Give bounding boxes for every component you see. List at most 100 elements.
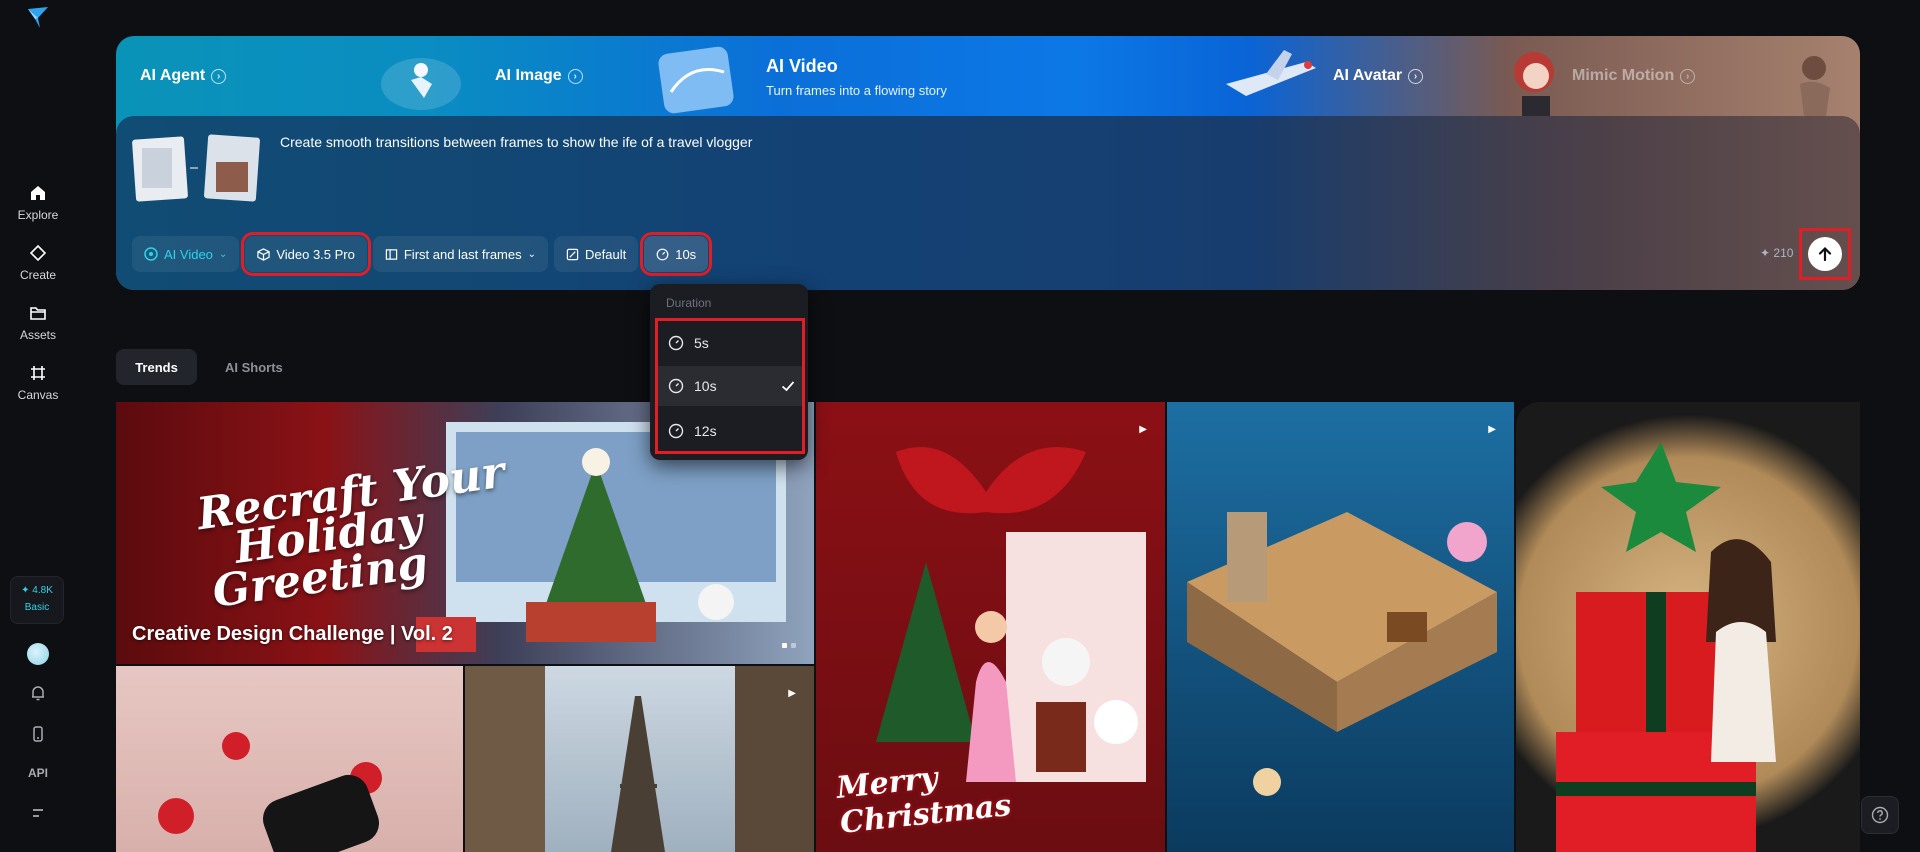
chevron-right-icon: › <box>1408 68 1424 84</box>
submit-highlight <box>1799 228 1851 280</box>
mode-label: AI Video <box>164 246 213 262</box>
aspect-ratio-icon <box>566 248 579 260</box>
paris-card[interactable]: ▶ <box>465 666 814 852</box>
play-icon: ▶ <box>1139 424 1147 435</box>
eiffel-tower-image <box>465 666 814 852</box>
strawberry-image <box>158 732 382 852</box>
duration-dropdown-title: Duration <box>666 296 712 310</box>
active-tab-subtitle: Turn frames into a flowing story <box>766 83 947 98</box>
tab-label: Mimic Motion <box>1572 67 1675 84</box>
woman-with-gifts-image <box>1556 442 1776 852</box>
frames-label: First and last frames <box>403 246 522 262</box>
duration-selector[interactable]: 10s <box>640 232 713 276</box>
tab-ai-image[interactable]: AI Image › <box>495 36 583 116</box>
duration-label: 10s <box>675 246 697 262</box>
avatar[interactable] <box>27 643 49 665</box>
creation-hero: AI Agent › AI Image › AI Video Turn frames… <box>116 36 1860 290</box>
tab-label: AI Avatar <box>1333 67 1403 84</box>
gift-card[interactable] <box>1516 402 1860 852</box>
chevron-right-icon: › <box>567 68 583 84</box>
mode-selector[interactable]: AI Video ⌄ <box>132 236 240 272</box>
feature-tabs: AI Agent › AI Image › AI Video Turn frames… <box>116 36 1860 116</box>
sidebar-item-explore[interactable]: Explore <box>0 184 76 222</box>
frames-selector[interactable]: First and last frames ⌄ <box>372 236 549 272</box>
duration-option-10s[interactable]: 10s <box>658 366 802 406</box>
checkmark-icon <box>781 381 795 392</box>
tab-ai-avatar[interactable]: AI Avatar › <box>1333 36 1424 116</box>
prompt-panel: Create smooth transitions between frames… <box>116 116 1860 290</box>
sidebar: Explore Create Assets Canvas ✦ 4.8K Basi… <box>0 0 76 852</box>
home-icon <box>31 186 45 200</box>
duration-option-12s[interactable]: 12s <box>658 411 802 451</box>
help-icon <box>1871 806 1889 824</box>
cube-icon <box>257 247 270 261</box>
duration-dropdown: Duration 5s 10s 12s <box>650 284 808 460</box>
chevron-right-icon: › <box>1680 68 1696 84</box>
featured-card-title: Creative Design Challenge | Vol. 2 <box>132 623 453 645</box>
mobile-icon[interactable] <box>29 725 47 743</box>
sidebar-item-canvas[interactable]: Canvas <box>0 364 76 402</box>
tab-mimic-motion[interactable]: Mimic Motion › <box>1572 36 1696 116</box>
app-logo[interactable] <box>26 6 50 30</box>
model-selector[interactable]: Video 3.5 Pro <box>241 232 371 276</box>
arrow-up-icon <box>1818 246 1832 262</box>
credits-amount: ✦ 4.8K <box>21 585 53 596</box>
tab-ai-agent[interactable]: AI Agent › <box>140 36 227 116</box>
underwater-card[interactable]: ▶ <box>1167 402 1514 852</box>
chevron-down-icon: ⌄ <box>218 248 228 260</box>
clock-icon <box>668 423 684 439</box>
clock-icon <box>668 335 684 351</box>
tab-label: AI Agent <box>140 67 206 84</box>
chevron-down-icon: ⌄ <box>527 248 537 260</box>
christmas-card-card[interactable]: Merry Christmas ▶ <box>816 402 1165 852</box>
carousel-indicator <box>782 643 796 648</box>
mimic-motion-illustration <box>1800 56 1830 116</box>
model-label: Video 3.5 Pro <box>276 246 355 262</box>
folder-icon <box>30 307 46 320</box>
api-link[interactable]: API <box>0 766 76 780</box>
image-illustration <box>658 46 734 114</box>
video-plane-illustration <box>1226 50 1316 96</box>
app-root: Explore Create Assets Canvas ✦ 4.8K Basi… <box>0 0 1920 852</box>
chevron-right-icon: › <box>211 68 227 84</box>
duration-option-label: 12s <box>694 423 717 439</box>
canvas-frame-icon <box>31 366 45 380</box>
plan-label: Basic <box>24 602 50 613</box>
reference-frames-thumbnails[interactable] <box>132 134 262 204</box>
duration-option-label: 5s <box>694 335 709 351</box>
sidebar-item-create[interactable]: Create <box>0 244 76 282</box>
tab-label: AI Image <box>495 67 562 84</box>
sidebar-item-assets[interactable]: Assets <box>0 304 76 342</box>
sidebar-item-label: Explore <box>17 208 59 222</box>
sidebar-item-label: Assets <box>19 328 56 342</box>
duration-options-highlight: 5s 10s 12s <box>655 318 805 454</box>
play-icon: ▶ <box>788 688 796 699</box>
clock-icon <box>656 248 669 260</box>
ai-video-icon <box>144 247 158 261</box>
sidebar-item-label: Create <box>19 268 57 282</box>
credit-cost: ✦ 210 <box>1760 246 1794 260</box>
generate-button[interactable] <box>1808 237 1842 271</box>
help-button[interactable] <box>1861 796 1899 834</box>
generation-toolbar: AI Video ⌄ Video 3.5 Pro First and last … <box>132 232 713 276</box>
prompt-text[interactable]: Create smooth transitions between frames… <box>280 134 752 150</box>
underwater-ruins-image <box>1187 512 1497 796</box>
bell-icon[interactable] <box>29 684 47 702</box>
menu-icon[interactable] <box>29 804 47 822</box>
aspect-ratio-label: Default <box>585 246 627 262</box>
duration-option-5s[interactable]: 5s <box>658 323 802 363</box>
play-icon: ▶ <box>1488 424 1496 435</box>
aspect-ratio-selector[interactable]: Default <box>554 236 639 272</box>
clock-icon <box>668 378 684 394</box>
tab-trends[interactable]: Trends <box>116 349 197 385</box>
diamond-icon <box>29 244 47 262</box>
duration-option-label: 10s <box>694 378 717 394</box>
avatar-illustration <box>1514 52 1554 116</box>
strawberry-card[interactable] <box>116 666 463 852</box>
sidebar-item-label: Canvas <box>17 388 59 402</box>
credits-badge[interactable]: ✦ 4.8K Basic <box>10 576 64 624</box>
active-tab-title: AI Video <box>766 56 838 76</box>
frames-icon <box>385 248 398 260</box>
tab-ai-shorts[interactable]: AI Shorts <box>225 349 283 385</box>
agent-illustration <box>381 58 461 110</box>
